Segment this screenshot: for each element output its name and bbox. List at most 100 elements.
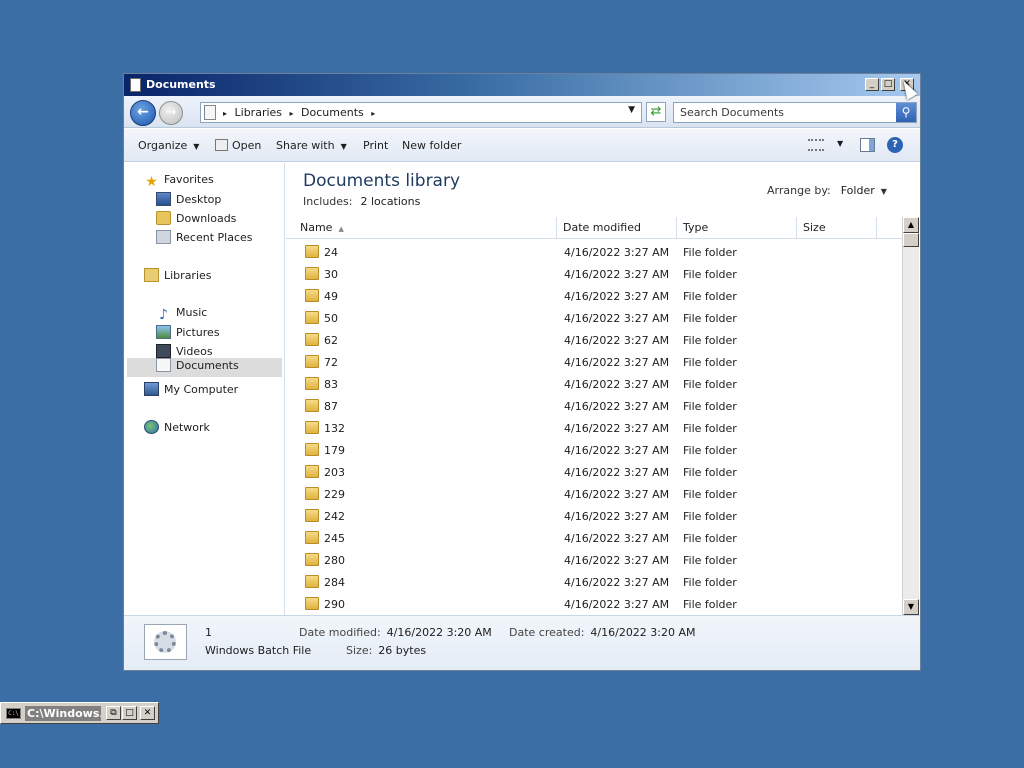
table-row[interactable]: 290 4/16/2022 3:27 AM File folder bbox=[286, 593, 902, 615]
table-row[interactable]: 229 4/16/2022 3:27 AM File folder bbox=[286, 483, 902, 505]
file-name: 284 bbox=[324, 576, 345, 589]
scroll-thumb[interactable] bbox=[903, 233, 919, 247]
music-icon: ♪ bbox=[159, 307, 168, 323]
library-title: Documents library bbox=[303, 171, 461, 191]
cmd-maximize-button[interactable]: □ bbox=[122, 706, 137, 720]
document-icon bbox=[130, 78, 141, 92]
table-row[interactable]: 132 4/16/2022 3:27 AM File folder bbox=[286, 417, 902, 439]
folder-icon bbox=[305, 531, 319, 544]
table-row[interactable]: 30 4/16/2022 3:27 AM File folder bbox=[286, 263, 902, 285]
print-button[interactable]: Print bbox=[363, 139, 388, 152]
file-type: File folder bbox=[683, 400, 737, 413]
table-row[interactable]: 87 4/16/2022 3:27 AM File folder bbox=[286, 395, 902, 417]
sidebar-item-downloads[interactable]: Downloads bbox=[156, 211, 236, 230]
folder-icon bbox=[305, 443, 319, 456]
forward-button[interactable]: → bbox=[159, 101, 183, 125]
column-name-label: Name bbox=[300, 221, 333, 234]
sidebar-item-my-computer[interactable]: My Computer bbox=[144, 382, 238, 401]
share-with-button[interactable]: Share with ▼ bbox=[276, 139, 347, 152]
column-header: Name ▲ Date modified Type Size bbox=[286, 217, 902, 239]
sidebar-item-network[interactable]: Network bbox=[144, 420, 210, 439]
folder-icon bbox=[305, 487, 319, 500]
folder-icon bbox=[305, 377, 319, 390]
breadcrumb-documents[interactable]: Documents bbox=[301, 106, 364, 119]
column-date-modified[interactable]: Date modified bbox=[557, 217, 677, 239]
new-folder-button[interactable]: New folder bbox=[402, 139, 461, 152]
table-row[interactable]: 245 4/16/2022 3:27 AM File folder bbox=[286, 527, 902, 549]
address-dropdown-icon[interactable]: ▼ bbox=[628, 105, 635, 115]
title-bar[interactable]: Documents _ □ ✕ bbox=[124, 74, 920, 96]
file-name: 245 bbox=[324, 532, 345, 545]
sidebar-label: Pictures bbox=[176, 326, 220, 339]
file-date-modified: 4/16/2022 3:27 AM bbox=[564, 510, 670, 523]
file-type: File folder bbox=[683, 554, 737, 567]
open-app-icon bbox=[215, 139, 228, 151]
table-row[interactable]: 24 4/16/2022 3:27 AM File folder bbox=[286, 241, 902, 263]
table-row[interactable]: 179 4/16/2022 3:27 AM File folder bbox=[286, 439, 902, 461]
sidebar-item-videos[interactable]: Videos bbox=[156, 344, 213, 363]
file-name: 290 bbox=[324, 598, 345, 611]
sidebar-item-desktop[interactable]: Desktop bbox=[156, 192, 221, 211]
cmd-close-button[interactable]: ✕ bbox=[140, 706, 155, 720]
sidebar-item-music[interactable]: ♪ Music bbox=[156, 306, 207, 325]
search-input[interactable] bbox=[680, 106, 890, 119]
arrange-dropdown-icon[interactable]: ▼ bbox=[881, 187, 887, 196]
file-type: File folder bbox=[683, 312, 737, 325]
table-row[interactable]: 203 4/16/2022 3:27 AM File folder bbox=[286, 461, 902, 483]
address-bar[interactable]: ▸ Libraries ▸ Documents ▸ ▼ bbox=[200, 102, 642, 123]
content-pane: Documents library Includes: 2 locations A… bbox=[286, 163, 920, 615]
window-title: Documents bbox=[146, 78, 216, 91]
preview-pane-icon[interactable] bbox=[860, 138, 875, 152]
table-row[interactable]: 50 4/16/2022 3:27 AM File folder bbox=[286, 307, 902, 329]
file-name: 203 bbox=[324, 466, 345, 479]
help-icon[interactable]: ? bbox=[887, 137, 903, 153]
file-date-modified: 4/16/2022 3:27 AM bbox=[564, 268, 670, 281]
desktop-icon bbox=[156, 192, 171, 206]
table-row[interactable]: 83 4/16/2022 3:27 AM File folder bbox=[286, 373, 902, 395]
file-name: 280 bbox=[324, 554, 345, 567]
table-row[interactable]: 242 4/16/2022 3:27 AM File folder bbox=[286, 505, 902, 527]
scroll-down-button[interactable]: ▼ bbox=[903, 599, 919, 615]
sidebar-item-favorites[interactable]: ★ Favorites bbox=[144, 173, 214, 192]
maximize-button[interactable]: □ bbox=[881, 78, 895, 91]
navigation-pane: ★ Favorites Desktop Downloads Recent Plac… bbox=[124, 163, 285, 615]
file-type: File folder bbox=[683, 246, 737, 259]
breadcrumb-libraries[interactable]: Libraries bbox=[235, 106, 283, 119]
table-row[interactable]: 280 4/16/2022 3:27 AM File folder bbox=[286, 549, 902, 571]
arrange-by-dropdown[interactable]: Folder bbox=[841, 184, 875, 197]
share-with-label: Share with bbox=[276, 139, 335, 152]
organize-button[interactable]: Organize ▼ bbox=[138, 139, 199, 152]
view-dropdown-icon[interactable]: ▼ bbox=[837, 139, 843, 148]
file-name: 179 bbox=[324, 444, 345, 457]
change-view-icon[interactable] bbox=[808, 139, 824, 151]
column-name[interactable]: Name ▲ bbox=[294, 217, 557, 239]
minimize-button[interactable]: _ bbox=[865, 78, 879, 91]
locations-link[interactable]: 2 locations bbox=[360, 195, 420, 208]
column-size[interactable]: Size bbox=[797, 217, 877, 239]
sidebar-item-libraries[interactable]: Libraries bbox=[144, 268, 212, 287]
search-icon[interactable]: ⚲ bbox=[896, 103, 916, 122]
column-type[interactable]: Type bbox=[677, 217, 797, 239]
minimized-cmd-window[interactable]: C:\ C:\Windows... ⧉ □ ✕ bbox=[0, 702, 159, 724]
sidebar-label: Music bbox=[176, 306, 208, 319]
back-button[interactable]: ← bbox=[130, 100, 156, 126]
star-icon: ★ bbox=[145, 174, 158, 190]
details-file-type: Windows Batch File bbox=[205, 644, 312, 657]
sidebar-item-recent-places[interactable]: Recent Places bbox=[156, 230, 253, 249]
vertical-scrollbar[interactable]: ▲ ▼ bbox=[902, 217, 919, 615]
sidebar-item-pictures[interactable]: Pictures bbox=[156, 325, 220, 344]
scroll-up-button[interactable]: ▲ bbox=[903, 217, 919, 233]
refresh-icon[interactable]: ⇄ bbox=[646, 102, 666, 122]
folder-icon bbox=[305, 245, 319, 258]
file-date-modified: 4/16/2022 3:27 AM bbox=[564, 576, 670, 589]
table-row[interactable]: 62 4/16/2022 3:27 AM File folder bbox=[286, 329, 902, 351]
cmd-restore-button[interactable]: ⧉ bbox=[106, 706, 121, 720]
file-date-modified: 4/16/2022 3:27 AM bbox=[564, 532, 670, 545]
table-row[interactable]: 49 4/16/2022 3:27 AM File folder bbox=[286, 285, 902, 307]
folder-icon bbox=[305, 399, 319, 412]
sidebar-label: Favorites bbox=[164, 173, 214, 186]
open-button[interactable]: Open bbox=[215, 139, 261, 152]
table-row[interactable]: 72 4/16/2022 3:27 AM File folder bbox=[286, 351, 902, 373]
navigation-bar: ← → ▸ Libraries ▸ Documents ▸ ▼ ⇄ ⚲ bbox=[124, 96, 920, 128]
table-row[interactable]: 284 4/16/2022 3:27 AM File folder bbox=[286, 571, 902, 593]
